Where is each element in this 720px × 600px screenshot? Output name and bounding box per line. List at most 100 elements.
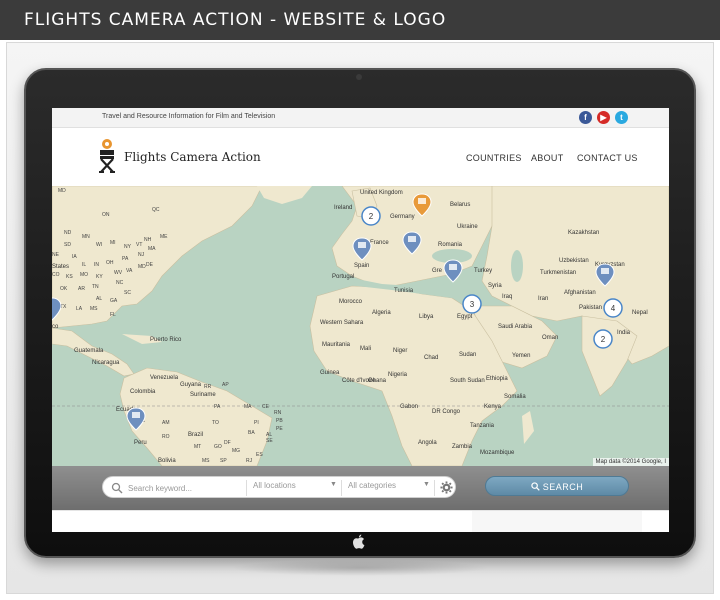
us-state-label: MA: [148, 246, 156, 252]
us-state-label: VT: [136, 242, 142, 248]
facebook-icon[interactable]: f: [579, 111, 592, 124]
footer-panel: [472, 511, 642, 532]
brazil-state-label: RN: [274, 410, 282, 416]
gear-icon[interactable]: [440, 481, 453, 494]
water-caspian-sea: [511, 250, 523, 282]
us-state-label: MO: [80, 272, 88, 278]
map-cluster-india: 2: [593, 329, 613, 349]
label-tunisia: Tunisia: [394, 288, 414, 294]
label-bolivia: Bolivia: [158, 458, 176, 464]
us-state-label: ME: [160, 234, 168, 240]
label-dr-congo: DR Congo: [432, 409, 461, 415]
brazil-state-label: PB: [276, 418, 283, 424]
label-spain: Spain: [354, 263, 369, 269]
brazil-state-label: GO: [214, 444, 222, 450]
nav-contact-us[interactable]: CONTACT US: [577, 153, 638, 163]
label-mauritania: Mauritania: [322, 342, 351, 348]
label-tanzania: Tanzania: [470, 423, 495, 429]
label-united-kingdom: United Kingdom: [360, 190, 403, 196]
keyword-input[interactable]: [128, 480, 240, 496]
label-pakistan: Pakistan: [579, 305, 602, 311]
top-bar: Travel and Resource Information for Film…: [52, 108, 669, 128]
label-turkey: Turkey: [474, 268, 492, 274]
divider: [434, 480, 435, 496]
label-sudan: Sudan: [459, 352, 476, 358]
map-cluster-middle-east: 3: [462, 294, 482, 314]
map-cluster-pakistan: 4: [603, 298, 623, 318]
us-state-label: MI: [110, 240, 116, 246]
nav-countries[interactable]: COUNTRIES: [466, 153, 522, 163]
search-form: All locations ▼ All categories ▼: [102, 476, 456, 498]
twitter-icon[interactable]: t: [615, 111, 628, 124]
brazil-state-label: PE: [276, 426, 283, 432]
site-brand[interactable]: Flights Camera Action: [124, 150, 261, 164]
youtube-icon[interactable]: ▶: [597, 111, 610, 124]
brazil-state-label: AL: [266, 432, 272, 438]
label-nigeria: Nigeria: [388, 372, 408, 378]
label-mozambique: Mozambique: [480, 450, 515, 456]
us-state-label: DE: [146, 262, 154, 268]
us-state-label: MD: [58, 188, 66, 194]
us-state-label: OH: [106, 260, 114, 266]
brazil-state-label: SP: [220, 458, 227, 464]
us-state-label: AR: [78, 286, 85, 292]
chevron-down-icon[interactable]: ▼: [330, 481, 337, 488]
label-venezuela: Venezuela: [150, 375, 179, 381]
us-state-label: KS: [66, 274, 73, 280]
brazil-state-label: PI: [254, 420, 259, 426]
label-afghanistan: Afghanistan: [564, 290, 596, 296]
label-chad: Chad: [424, 355, 438, 361]
label-colombia: Colombia: [130, 389, 156, 395]
site-header: Flights Camera Action COUNTRIES ABOUT CO…: [52, 128, 669, 186]
world-map[interactable]: United Kingdom Ireland Germany Belarus U…: [52, 186, 669, 466]
us-state-label: MS: [90, 306, 98, 312]
director-chair-logo-icon[interactable]: [96, 138, 118, 174]
us-state-label: TN: [92, 284, 99, 290]
brazil-state-label: RR: [204, 384, 212, 390]
us-state-label: MD: [138, 264, 146, 270]
nav-about[interactable]: ABOUT: [531, 153, 564, 163]
label-kazakhstan: Kazakhstan: [568, 230, 599, 236]
label-gabon: Gabon: [400, 404, 418, 410]
brazil-state-label: DF: [224, 440, 231, 446]
brazil-state-label: TO: [212, 420, 219, 426]
website-screen: Travel and Resource Information for Film…: [52, 108, 669, 532]
label-syria: Syria: [488, 283, 502, 289]
divider: [341, 480, 342, 496]
label-niger: Niger: [393, 348, 407, 354]
brazil-state-label: AP: [222, 382, 229, 388]
us-state-label: ON: [102, 212, 110, 218]
brazil-state-label: MA: [244, 404, 252, 410]
map-canvas: United Kingdom Ireland Germany Belarus U…: [52, 186, 669, 466]
brazil-state-label: MG: [232, 448, 240, 454]
brazil-state-label: RJ: [246, 458, 253, 464]
label-guatemala: Guatemala: [74, 348, 104, 354]
us-state-label: NC: [116, 280, 124, 286]
us-state-label: LA: [76, 306, 83, 312]
us-state-label: MN: [82, 234, 90, 240]
label-turkmenistan: Turkmenistan: [540, 270, 576, 276]
label-brazil: Brazil: [188, 432, 203, 438]
us-state-label: OK: [60, 286, 68, 292]
label-suriname: Suriname: [190, 392, 216, 398]
locations-select[interactable]: All locations: [253, 481, 296, 490]
chevron-down-icon[interactable]: ▼: [423, 481, 430, 488]
label-belarus: Belarus: [450, 202, 470, 208]
label-oman: Oman: [542, 335, 558, 341]
label-germany: Germany: [390, 214, 415, 220]
label-iran: Iran: [538, 296, 548, 302]
brazil-state-label: CE: [262, 404, 270, 410]
us-state-label: CO: [52, 272, 60, 278]
search-icon: [111, 482, 123, 494]
us-state-label: NE: [52, 252, 60, 258]
map-cluster-europe: 2: [361, 206, 381, 226]
search-button[interactable]: SEARCH: [485, 476, 629, 496]
svg-text:2: 2: [601, 335, 606, 344]
svg-text:3: 3: [470, 300, 475, 309]
site-tagline: Travel and Resource Information for Film…: [102, 113, 276, 120]
search-icon: [531, 482, 540, 491]
label-iraq: Iraq: [502, 294, 512, 300]
us-state-label: IL: [82, 262, 86, 268]
categories-select[interactable]: All categories: [348, 481, 396, 490]
us-state-label: AL: [96, 296, 102, 302]
